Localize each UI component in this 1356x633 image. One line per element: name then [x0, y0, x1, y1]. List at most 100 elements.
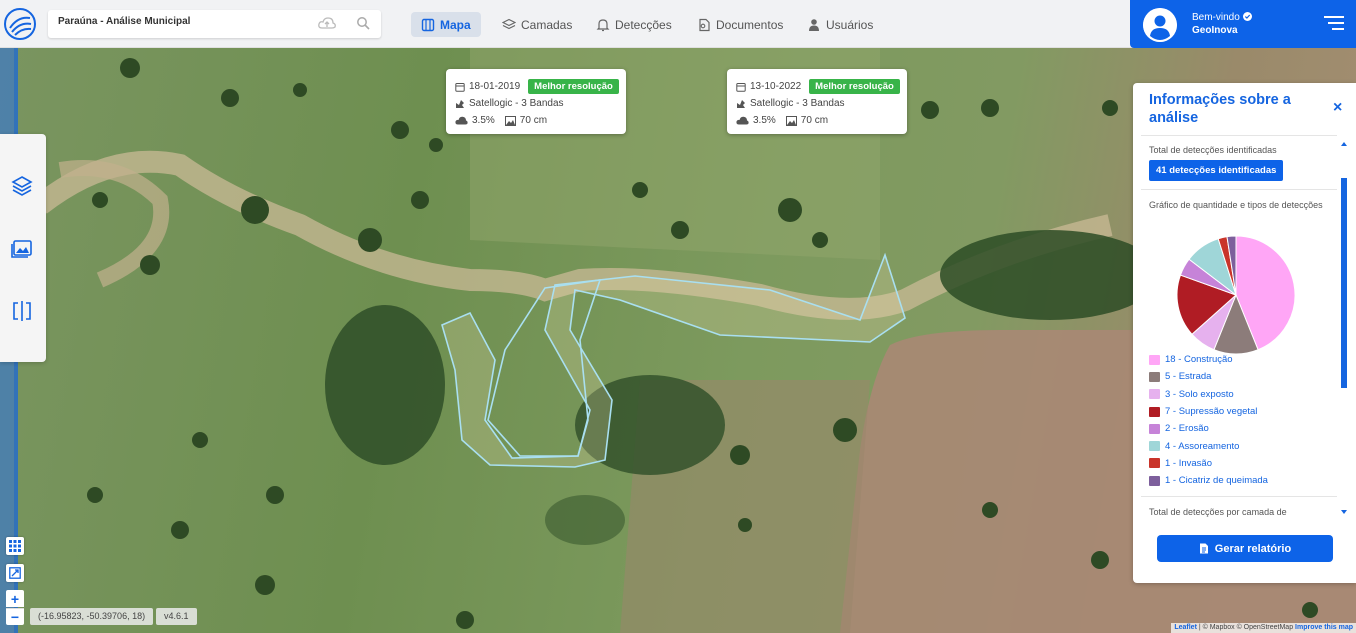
grid-view-button[interactable]: [6, 537, 24, 555]
attribution-text: | © Mapbox © OpenStreetMap: [1196, 624, 1296, 631]
scroll-down-icon[interactable]: [1340, 508, 1348, 516]
cloud-cover: 3.5%: [753, 115, 776, 126]
image-card-2022[interactable]: 13-10-2022 Melhor resolução Satellogic -…: [727, 69, 907, 134]
image-gallery-icon[interactable]: [10, 236, 34, 260]
nav-mapa-label: Mapa: [440, 17, 471, 32]
fit-bounds-icon: [9, 567, 21, 579]
generate-report-label: Gerar relatório: [1214, 542, 1292, 555]
document-icon: [699, 18, 710, 31]
detections-pie-chart: [1176, 235, 1296, 355]
nav-documentos-label: Documentos: [716, 17, 784, 32]
avatar-icon[interactable]: [1143, 8, 1177, 42]
divider: [1141, 189, 1337, 190]
legend-item[interactable]: 2 - Erosão: [1149, 420, 1268, 437]
legend-label: 18 - Construção: [1165, 354, 1233, 366]
welcome-label: Bem-vindo: [1192, 12, 1240, 23]
improve-map-link[interactable]: Improve this map: [1295, 624, 1353, 631]
welcome-text: Bem-vindo: [1192, 12, 1252, 23]
legend-swatch: [1149, 475, 1160, 486]
layers-icon: [502, 18, 516, 29]
legend-item[interactable]: 1 - Cicatriz de queimada: [1149, 472, 1268, 489]
user-icon: [809, 18, 819, 31]
compare-split-icon[interactable]: [10, 299, 34, 323]
legend-swatch: [1149, 389, 1160, 400]
zoom-in-button[interactable]: +: [6, 590, 24, 607]
legend-item[interactable]: 4 - Assoreamento: [1149, 437, 1268, 454]
panel-scrollbar[interactable]: [1340, 140, 1348, 516]
best-resolution-badge: Melhor resolução: [809, 79, 900, 94]
legend-swatch: [1149, 371, 1160, 382]
left-toolbar: [0, 134, 46, 362]
legend-swatch: [1149, 423, 1160, 434]
search-icon[interactable]: [356, 16, 370, 30]
scroll-thumb[interactable]: [1341, 178, 1347, 388]
cloud-icon: [455, 116, 468, 125]
legend-label: 4 - Assoreamento: [1165, 440, 1240, 452]
analysis-info-panel: Informações sobre a análise × Total de d…: [1133, 83, 1356, 583]
chart-legend: 18 - Construção 5 - Estrada 3 - Solo expos…: [1149, 351, 1268, 489]
generate-report-button[interactable]: Gerar relatório: [1157, 535, 1333, 562]
satellite-icon: [456, 99, 464, 108]
legend-label: 2 - Erosão: [1165, 423, 1209, 435]
nav-camadas[interactable]: Camadas: [492, 12, 582, 37]
legend-label: 1 - Invasão: [1165, 457, 1212, 469]
bell-icon: [596, 18, 610, 31]
scroll-up-icon[interactable]: [1340, 140, 1348, 148]
calendar-icon: [455, 82, 465, 92]
satellite-icon: [737, 99, 745, 108]
legend-swatch: [1149, 354, 1160, 365]
image-resolution: 70 cm: [519, 115, 548, 126]
coordinates-readout: (-16.95823, -50.39706, 18): [30, 608, 154, 625]
nav-deteccoes[interactable]: Detecções: [586, 12, 682, 37]
image-resolution: 70 cm: [800, 115, 829, 126]
image-date: 13-10-2022: [750, 81, 802, 92]
legend-label: 3 - Solo exposto: [1165, 388, 1234, 400]
legend-swatch: [1149, 406, 1160, 417]
satellite-name: Satellogic - 3 Bandas: [750, 98, 845, 109]
hamburger-menu-icon[interactable]: [1324, 16, 1344, 30]
legend-item[interactable]: 5 - Estrada: [1149, 368, 1268, 385]
map-icon: [421, 18, 435, 31]
search-box[interactable]: [48, 10, 381, 38]
total-detections-badge: 41 detecções identificadas: [1149, 160, 1284, 181]
nav-mapa[interactable]: Mapa: [411, 12, 481, 37]
cloud-icon: [736, 116, 749, 125]
top-bar: Mapa Camadas Detecções Documentos Usuári…: [0, 0, 1356, 48]
legend-item[interactable]: 3 - Solo exposto: [1149, 386, 1268, 403]
nav-camadas-label: Camadas: [521, 17, 573, 32]
nav-usuarios-label: Usuários: [826, 17, 874, 32]
user-box[interactable]: Bem-vindo GeoInova: [1130, 0, 1356, 48]
best-resolution-badge: Melhor resolução: [528, 79, 619, 94]
image-icon: [504, 115, 516, 126]
fit-bounds-button[interactable]: [6, 564, 24, 582]
close-panel-button[interactable]: ×: [1333, 99, 1342, 117]
verified-icon: [1242, 12, 1252, 21]
legend-swatch: [1149, 458, 1160, 469]
grid-icon: [9, 540, 21, 552]
cloud-cover: 3.5%: [472, 115, 495, 126]
geoinova-logo-icon[interactable]: [4, 8, 36, 40]
calendar-icon: [736, 82, 746, 92]
legend-item[interactable]: 18 - Construção: [1149, 351, 1268, 368]
zoom-out-button[interactable]: −: [6, 608, 24, 625]
map-attribution: Leaflet | © Mapbox © OpenStreetMap Impro…: [1171, 623, 1356, 633]
legend-label: 5 - Estrada: [1165, 371, 1212, 383]
satellite-name: Satellogic - 3 Bandas: [469, 98, 564, 109]
divider: [1141, 135, 1337, 136]
total-detections-label: Total de detecções identificadas: [1149, 145, 1277, 155]
leaflet-link[interactable]: Leaflet: [1174, 624, 1197, 631]
nav-usuarios[interactable]: Usuários: [797, 12, 883, 37]
nav-documentos[interactable]: Documentos: [687, 12, 793, 37]
version-label: v4.6.1: [156, 608, 197, 625]
nav-deteccoes-label: Detecções: [615, 17, 672, 32]
legend-item[interactable]: 1 - Invasão: [1149, 455, 1268, 472]
cloud-upload-icon[interactable]: [318, 16, 336, 30]
image-icon: [785, 115, 797, 126]
user-name: GeoInova: [1192, 25, 1238, 36]
layers-tool-icon[interactable]: [10, 174, 34, 198]
image-date: 18-01-2019: [469, 81, 521, 92]
panel-title: Informações sobre a análise: [1149, 92, 1291, 126]
image-card-2019[interactable]: 18-01-2019 Melhor resolução Satellogic -…: [446, 69, 626, 134]
legend-item[interactable]: 7 - Supressão vegetal: [1149, 403, 1268, 420]
search-input[interactable]: [58, 16, 308, 27]
